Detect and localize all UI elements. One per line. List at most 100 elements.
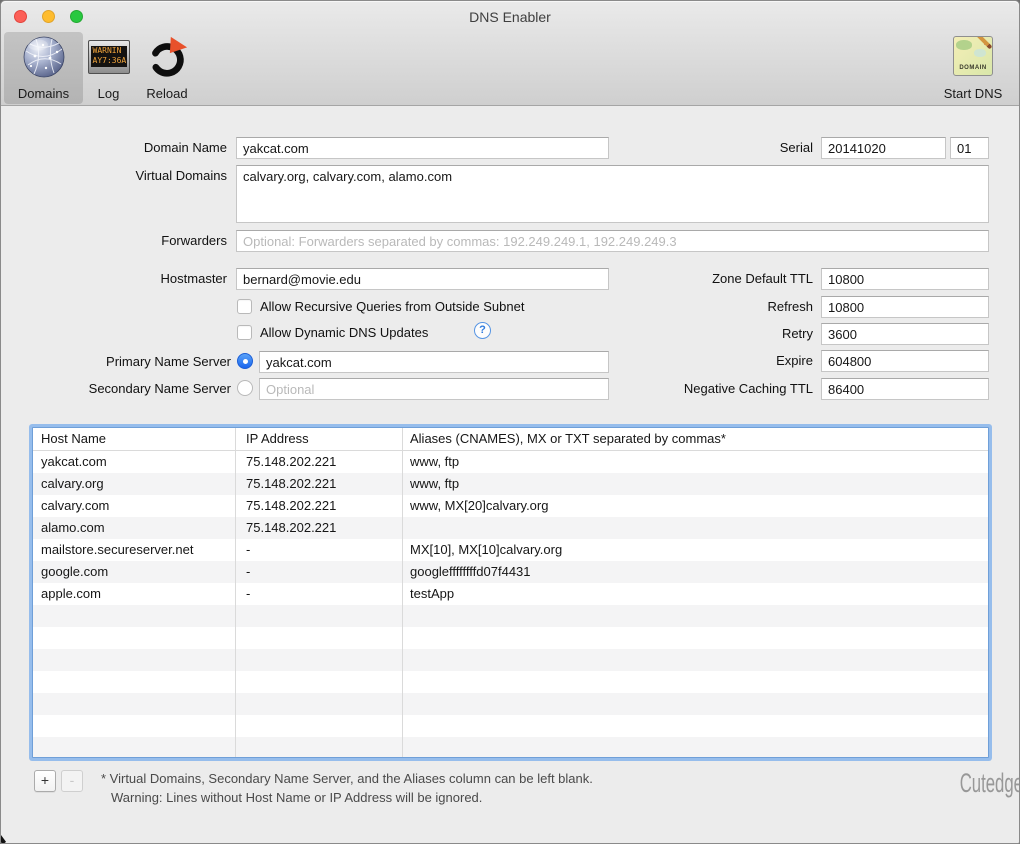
table-header: Host Name IP Address Aliases (CNAMES), M… [33, 428, 988, 451]
table-cell [33, 671, 235, 693]
toolbar-label-start-dns: Start DNS [929, 86, 1017, 101]
table-cell[interactable]: mailstore.secureserver.net [33, 539, 235, 561]
zone-default-ttl-label: Zone Default TTL [712, 268, 813, 290]
lcd-line2: AY7:36A [91, 56, 127, 66]
table-cell [235, 605, 402, 627]
table-row[interactable]: yakcat.com75.148.202.221www, ftp [33, 451, 988, 473]
hosts-table[interactable]: Host Name IP Address Aliases (CNAMES), M… [32, 427, 989, 758]
table-cell[interactable]: 75.148.202.221 [235, 451, 402, 473]
table-cell [235, 715, 402, 737]
table-cell[interactable]: - [235, 583, 402, 605]
table-cell[interactable]: 75.148.202.221 [235, 517, 402, 539]
table-cell[interactable]: 75.148.202.221 [235, 473, 402, 495]
table-cell[interactable]: www, ftp [402, 473, 988, 495]
table-cell[interactable]: calvary.com [33, 495, 235, 517]
toolbar-button-reload[interactable]: Reload [134, 32, 200, 104]
retry-field[interactable] [821, 323, 989, 345]
table-row[interactable]: alamo.com75.148.202.221 [33, 517, 988, 539]
table-row[interactable]: google.com-googleffffffffd07f4431 [33, 561, 988, 583]
table-row[interactable]: calvary.org75.148.202.221www, ftp [33, 473, 988, 495]
serial-suffix-field[interactable] [950, 137, 989, 159]
table-cell [33, 693, 235, 715]
primary-ns-label: Primary Name Server [106, 351, 231, 373]
toolbar-button-start-dns[interactable]: DOMAIN Start DNS [929, 32, 1017, 104]
table-empty-row[interactable] [33, 693, 988, 715]
table-cell[interactable]: alamo.com [33, 517, 235, 539]
table-cell[interactable]: apple.com [33, 583, 235, 605]
table-cell [402, 693, 988, 715]
expire-field[interactable] [821, 350, 989, 372]
domain-name-field[interactable] [236, 137, 609, 159]
column-header-ip-address: IP Address [235, 428, 402, 450]
column-divider [235, 428, 236, 757]
column-header-host-name: Host Name [33, 428, 235, 450]
serial-label: Serial [780, 137, 813, 159]
table-cell [402, 715, 988, 737]
footnote-line2: Warning: Lines without Host Name or IP A… [111, 789, 482, 807]
serial-field[interactable] [821, 137, 946, 159]
primary-ns-radio[interactable] [237, 353, 253, 369]
table-cell [33, 715, 235, 737]
table-cell[interactable]: 75.148.202.221 [235, 495, 402, 517]
domain-map-icon: DOMAIN [953, 36, 993, 76]
allow-recursive-label: Allow Recursive Queries from Outside Sub… [260, 296, 524, 318]
help-button[interactable]: ? [474, 322, 491, 339]
table-empty-row[interactable] [33, 627, 988, 649]
table-empty-row[interactable] [33, 649, 988, 671]
table-row[interactable]: apple.com-testApp [33, 583, 988, 605]
table-cell[interactable]: - [235, 561, 402, 583]
table-body: yakcat.com75.148.202.221www, ftpcalvary.… [33, 451, 988, 758]
table-cell[interactable]: calvary.org [33, 473, 235, 495]
forwarders-label: Forwarders [161, 230, 227, 252]
globe-network-icon [22, 35, 66, 79]
table-row[interactable]: calvary.com75.148.202.221www, MX[20]calv… [33, 495, 988, 517]
forwarders-field[interactable] [236, 230, 989, 252]
lcd-screen: WARNIN AY7:36A [91, 46, 127, 67]
toolbar-label-domains: Domains [4, 86, 83, 101]
table-cell [402, 627, 988, 649]
map-land-patch [974, 49, 986, 57]
expire-label: Expire [776, 350, 813, 372]
toolbar-button-domains[interactable]: Domains [4, 32, 83, 104]
table-cell[interactable]: google.com [33, 561, 235, 583]
map-land-patch [956, 40, 972, 50]
pencil-icon [970, 36, 992, 49]
table-cell[interactable]: MX[10], MX[10]calvary.org [402, 539, 988, 561]
table-cell[interactable]: www, MX[20]calvary.org [402, 495, 988, 517]
table-empty-row[interactable] [33, 737, 988, 758]
zone-default-ttl-field[interactable] [821, 268, 989, 290]
table-cell[interactable]: testApp [402, 583, 988, 605]
table-cell[interactable]: googleffffffffd07f4431 [402, 561, 988, 583]
domain-name-label: Domain Name [144, 137, 227, 159]
reload-arrow-icon [145, 35, 189, 79]
table-empty-row[interactable] [33, 605, 988, 627]
app-window: DNS Enabler [0, 0, 1020, 844]
allow-dynamic-checkbox[interactable] [237, 325, 252, 340]
table-cell[interactable]: - [235, 539, 402, 561]
toolbar-label-reload: Reload [134, 86, 200, 101]
allow-recursive-checkbox[interactable] [237, 299, 252, 314]
primary-ns-field[interactable] [259, 351, 609, 373]
add-row-button[interactable]: + [34, 770, 56, 792]
hostmaster-field[interactable] [236, 268, 609, 290]
mouse-cursor [1, 835, 8, 844]
table-empty-row[interactable] [33, 671, 988, 693]
table-cell[interactable]: www, ftp [402, 451, 988, 473]
table-empty-row[interactable] [33, 715, 988, 737]
table-cell [235, 671, 402, 693]
table-cell [402, 649, 988, 671]
cutedge-logo: Cutedge [924, 768, 1020, 799]
table-cell[interactable]: yakcat.com [33, 451, 235, 473]
secondary-ns-radio[interactable] [237, 380, 253, 396]
table-cell[interactable] [402, 517, 988, 539]
remove-row-button[interactable]: - [61, 770, 83, 792]
column-divider [402, 428, 403, 757]
refresh-label: Refresh [767, 296, 813, 318]
map-domain-word: DOMAIN [954, 65, 992, 71]
negative-caching-ttl-field[interactable] [821, 378, 989, 400]
table-row[interactable]: mailstore.secureserver.net-MX[10], MX[10… [33, 539, 988, 561]
toolbar-button-log[interactable]: WARNIN AY7:36A Log [85, 32, 132, 104]
secondary-ns-field[interactable] [259, 378, 609, 400]
refresh-field[interactable] [821, 296, 989, 318]
virtual-domains-field[interactable]: calvary.org, calvary.com, alamo.com [236, 165, 989, 223]
